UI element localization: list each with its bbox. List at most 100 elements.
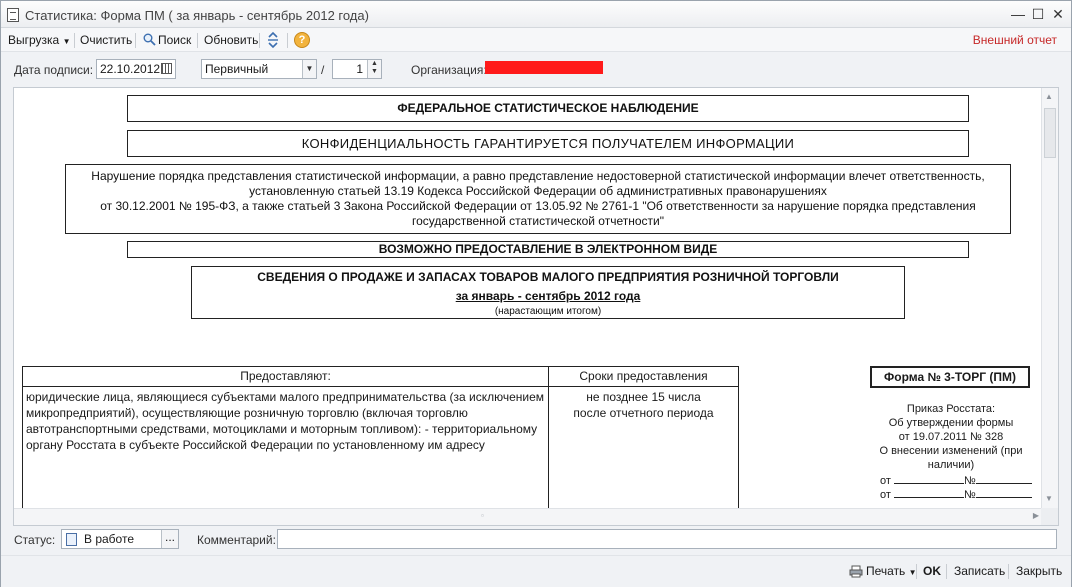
toolbar-separator	[74, 33, 75, 48]
button-separator	[916, 564, 917, 579]
submitters-cell: юридические лица, являющиеся субъектами …	[22, 386, 549, 512]
save-button[interactable]: Записать	[954, 564, 1005, 578]
status-value: В работе	[84, 532, 135, 546]
document-status-icon	[66, 533, 77, 546]
order-line: от 19.07.2011 № 328	[898, 431, 1004, 443]
deadline-line: после отчетного периода	[573, 406, 714, 420]
print-label: Печать	[866, 564, 906, 578]
refresh-button[interactable]: Обновить	[204, 32, 258, 48]
ok-button[interactable]: OK	[923, 564, 941, 578]
expand-collapse-icon[interactable]	[266, 31, 280, 49]
minimize-button[interactable]: —	[1007, 5, 1029, 23]
number-blank	[975, 488, 1032, 498]
print-menu-button[interactable]: Печать ▼	[866, 564, 917, 578]
warning-line: Нарушение порядка представления статисти…	[91, 169, 985, 183]
export-label: Выгрузка	[8, 33, 60, 47]
close-button[interactable]: Закрыть	[1016, 564, 1062, 578]
external-report-link[interactable]: Внешний отчет	[973, 33, 1057, 47]
close-window-button[interactable]: ✕	[1047, 5, 1069, 23]
table-header-row: Предоставляют: Сроки предоставления	[22, 366, 739, 387]
report-sheet[interactable]: ФЕДЕРАЛЬНОЕ СТАТИСТИЧЕСКОЕ НАБЛЮДЕНИЕ КО…	[13, 87, 1059, 526]
form-number-box: Форма № 3-ТОРГ (ПМ)	[870, 366, 1030, 388]
comment-label: Комментарий:	[197, 533, 276, 547]
date-blank	[893, 474, 964, 484]
help-icon[interactable]: ?	[294, 32, 310, 48]
status-row: Статус: В работе ... Комментарий:	[1, 527, 1071, 551]
sign-date-label: Дата подписи:	[14, 63, 94, 77]
calendar-icon[interactable]	[161, 63, 172, 74]
separator-slash: /	[321, 63, 325, 77]
vertical-scrollbar[interactable]: ▲ ▼	[1041, 88, 1058, 509]
report-type-select[interactable]: Первичный ▼	[201, 59, 317, 79]
liability-warning: Нарушение порядка представления статисти…	[65, 164, 1011, 234]
report-window: Статистика: Форма ПМ ( за январь - сентя…	[0, 0, 1072, 587]
rosstat-order-block: Приказ Росстата: Об утверждении формы от…	[866, 402, 1036, 472]
button-separator	[946, 564, 947, 579]
stepper-arrows-icon[interactable]: ▲ ▼	[367, 60, 381, 78]
report-title: СВЕДЕНИЯ О ПРОДАЖЕ И ЗАПАСАХ ТОВАРОВ МАЛ…	[257, 270, 839, 284]
date-blank	[893, 488, 964, 498]
order-line: Об утверждении формы	[888, 417, 1014, 429]
table-row: юридические лица, являющиеся субъектами …	[22, 386, 739, 512]
scroll-down-icon[interactable]: ▼	[1045, 494, 1053, 503]
status-label: Статус:	[14, 533, 56, 547]
sign-date-input[interactable]: 22.10.2012	[96, 59, 176, 79]
printer-icon	[849, 565, 863, 578]
deadline-cell: не позднее 15 числа после отчетного пери…	[548, 386, 739, 512]
order-line: Приказ Росстата:	[906, 403, 996, 415]
number-label: №	[963, 475, 976, 487]
order-line: наличии)	[927, 459, 975, 471]
electronic-submission-banner: ВОЗМОЖНО ПРЕДОСТАВЛЕНИЕ В ЭЛЕКТРОННОМ ВИ…	[127, 241, 969, 258]
clear-button[interactable]: Очистить	[80, 32, 132, 48]
search-button[interactable]: Поиск	[158, 32, 191, 48]
toolbar-separator	[287, 33, 288, 48]
toolbar-separator	[259, 33, 260, 48]
number-blank	[975, 474, 1032, 484]
toolbar-separator	[135, 33, 136, 48]
search-icon	[143, 33, 156, 46]
order-line: О внесении изменений (при	[879, 445, 1023, 457]
confidentiality-banner: КОНФИДЕНЦИАЛЬНОСТЬ ГАРАНТИРУЕТСЯ ПОЛУЧАТ…	[127, 130, 969, 157]
report-period: за январь - сентябрь 2012 года	[455, 289, 641, 303]
column-header-submitters: Предоставляют:	[22, 366, 549, 387]
cumulative-note: (нарастающим итогом)	[494, 306, 602, 317]
scroll-right-icon[interactable]: ▶	[1033, 511, 1039, 520]
report-title-box: СВЕДЕНИЯ О ПРОДАЖЕ И ЗАПАСАХ ТОВАРОВ МАЛ…	[191, 266, 905, 319]
from-label: от	[880, 475, 891, 487]
toolbar: Выгрузка ▼ Очистить Поиск Обновить ? Вне…	[1, 28, 1071, 52]
deadline-line: не позднее 15 числа	[586, 390, 701, 404]
report-type-value: Первичный	[205, 62, 269, 76]
toolbar-separator	[197, 33, 198, 48]
status-field[interactable]: В работе ...	[61, 529, 179, 549]
horizontal-scrollbar[interactable]: ▫ ▶	[14, 508, 1043, 525]
scroll-grip-icon[interactable]: ▫	[481, 511, 484, 520]
maximize-button[interactable]: ☐	[1027, 5, 1049, 23]
correction-number-value: 1	[356, 62, 363, 76]
form-document-icon	[7, 8, 19, 22]
scrollbar-corner	[1041, 508, 1058, 525]
number-label: №	[963, 489, 976, 501]
warning-line: установленную статьей 13.19 Кодекса Росс…	[249, 184, 827, 198]
organization-label: Организация:	[411, 63, 487, 77]
sign-date-value: 22.10.2012	[100, 62, 161, 76]
correction-number-stepper[interactable]: 1 ▲ ▼	[332, 59, 382, 79]
organization-redacted-value	[485, 61, 603, 74]
chevron-down-icon[interactable]: ▼	[302, 60, 316, 78]
scroll-up-icon[interactable]: ▲	[1045, 92, 1053, 101]
chevron-down-icon: ▼	[62, 37, 71, 46]
window-title: Статистика: Форма ПМ ( за январь - сентя…	[25, 8, 369, 23]
vertical-scroll-thumb[interactable]	[1044, 108, 1056, 158]
amendment-line: от №	[880, 488, 1032, 501]
amendment-line: от №	[880, 474, 1032, 487]
button-separator	[1008, 564, 1009, 579]
comment-input[interactable]	[277, 529, 1057, 549]
export-menu-button[interactable]: Выгрузка ▼	[8, 32, 71, 50]
action-bar: Печать ▼ OK Записать Закрыть	[1, 555, 1071, 587]
warning-line: государственной статистической отчетност…	[412, 214, 664, 228]
from-label: от	[880, 489, 891, 501]
warning-line: от 30.12.2001 № 195-ФЗ, а также статьей …	[100, 199, 976, 213]
column-header-deadlines: Сроки предоставления	[548, 366, 739, 387]
submitters-table: Предоставляют: Сроки предоставления юрид…	[22, 366, 739, 512]
federal-observation-title: ФЕДЕРАЛЬНОЕ СТАТИСТИЧЕСКОЕ НАБЛЮДЕНИЕ	[127, 95, 969, 122]
status-select-button[interactable]: ...	[161, 530, 178, 548]
